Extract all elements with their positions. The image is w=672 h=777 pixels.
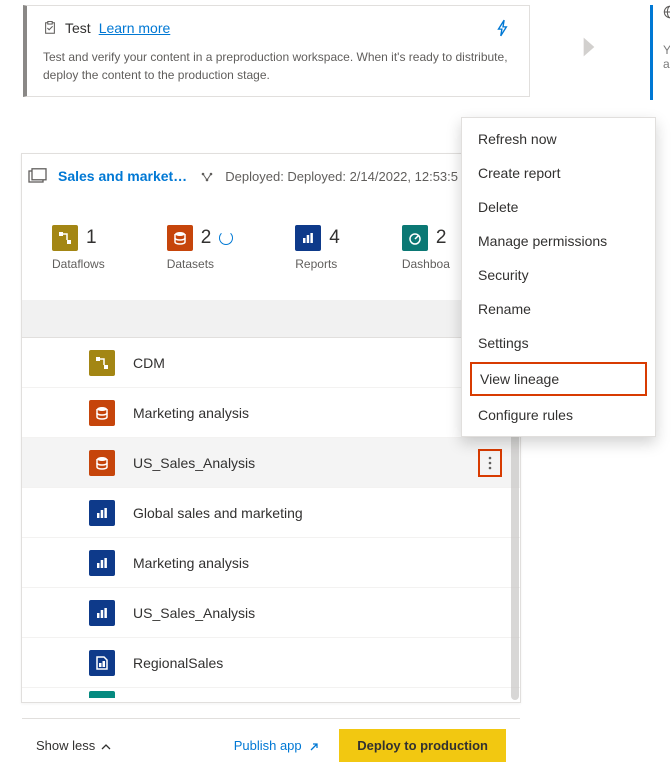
publish-app-link[interactable]: Publish app xyxy=(234,738,320,753)
list-item[interactable]: CDM xyxy=(22,338,520,388)
deploy-to-production-button[interactable]: Deploy to production xyxy=(339,729,506,762)
menu-item-manage-permissions[interactable]: Manage permissions xyxy=(462,224,655,258)
workspace-header: Sales and marketing doc… Deployed: Deplo… xyxy=(28,168,458,184)
clipboard-icon xyxy=(43,21,57,35)
menu-item-rename[interactable]: Rename xyxy=(462,292,655,326)
stat-count: 2 xyxy=(436,227,447,249)
report-icon xyxy=(89,600,115,626)
stat-reports: 4 Reports xyxy=(295,225,340,271)
workspace-icon xyxy=(28,168,48,184)
item-name: Marketing analysis xyxy=(133,555,249,571)
stat-datasets: 2 Datasets xyxy=(167,225,234,271)
test-stage-banner: Test Learn more Test and verify your con… xyxy=(23,5,530,97)
stat-label: Reports xyxy=(295,257,340,271)
show-less-toggle[interactable]: Show less xyxy=(36,738,111,753)
stat-label: Dataflows xyxy=(52,257,105,271)
globe-icon xyxy=(663,5,670,19)
deployed-timestamp: Deployed: Deployed: 2/14/2022, 12:53:5 xyxy=(225,169,458,184)
menu-item-settings[interactable]: Settings xyxy=(462,326,655,360)
menu-item-create-report[interactable]: Create report xyxy=(462,156,655,190)
next-stage-peek: Yo ac xyxy=(650,5,670,100)
menu-item-refresh-now[interactable]: Refresh now xyxy=(462,122,655,156)
stage-footer: Show less Publish app Deploy to producti… xyxy=(22,718,520,772)
item-name: CDM xyxy=(133,355,165,371)
dataset-icon xyxy=(89,400,115,426)
stat-dashboa: 2 Dashboa xyxy=(402,225,450,271)
menu-item-security[interactable]: Security xyxy=(462,258,655,292)
item-name: US_Sales_Analysis xyxy=(133,455,255,471)
banner-description: Test and verify your content in a prepro… xyxy=(43,48,513,84)
stat-label: Datasets xyxy=(167,257,234,271)
item-name: RegionalSales xyxy=(133,655,223,671)
dataset-icon xyxy=(89,450,115,476)
learn-more-link[interactable]: Learn more xyxy=(99,20,171,36)
list-item[interactable]: Global sales and marketing xyxy=(22,488,520,538)
stat-dataflows: 1 Dataflows xyxy=(52,225,105,271)
menu-item-view-lineage[interactable]: View lineage xyxy=(470,362,647,396)
workspace-title-link[interactable]: Sales and marketing doc… xyxy=(58,168,189,184)
stats-row: 1 Dataflows 2 Datasets 4 Reports 2 Dashboa xyxy=(52,225,450,271)
list-item[interactable]: US_Sales_Analysis xyxy=(22,438,520,488)
item-name: Marketing analysis xyxy=(133,405,249,421)
more-options-button[interactable] xyxy=(478,449,502,477)
menu-item-delete[interactable]: Delete xyxy=(462,190,655,224)
list-item[interactable]: US_Sales_Analysis xyxy=(22,588,520,638)
list-item[interactable] xyxy=(22,688,520,698)
banner-title: Test xyxy=(65,20,91,36)
report-icon xyxy=(295,225,321,251)
report-icon xyxy=(89,500,115,526)
app-icon xyxy=(89,691,115,699)
dataset-icon xyxy=(167,225,193,251)
dataflow-icon xyxy=(89,350,115,376)
lightning-icon[interactable] xyxy=(493,18,513,38)
menu-item-configure-rules[interactable]: Configure rules xyxy=(462,398,655,432)
report-icon xyxy=(89,550,115,576)
next-stage-arrow-icon[interactable] xyxy=(580,35,598,59)
item-name: Global sales and marketing xyxy=(133,505,303,521)
dataflow-icon xyxy=(52,225,78,251)
dash-icon xyxy=(402,225,428,251)
excel-icon xyxy=(89,650,115,676)
deployed-icon xyxy=(199,168,215,184)
item-name: US_Sales_Analysis xyxy=(133,605,255,621)
list-item[interactable]: RegionalSales xyxy=(22,638,520,688)
item-context-menu: Refresh nowCreate reportDeleteManage per… xyxy=(461,117,656,437)
stat-count: 2 xyxy=(201,227,212,249)
list-header-bar xyxy=(22,300,520,338)
content-list: CDM Marketing analysis US_Sales_Analysis Gl… xyxy=(22,338,520,698)
list-item[interactable]: Marketing analysis xyxy=(22,388,520,438)
refresh-spinner-icon xyxy=(219,231,233,245)
list-item[interactable]: Marketing analysis xyxy=(22,538,520,588)
stat-count: 4 xyxy=(329,227,340,249)
stat-count: 1 xyxy=(86,227,97,249)
stat-label: Dashboa xyxy=(402,257,450,271)
